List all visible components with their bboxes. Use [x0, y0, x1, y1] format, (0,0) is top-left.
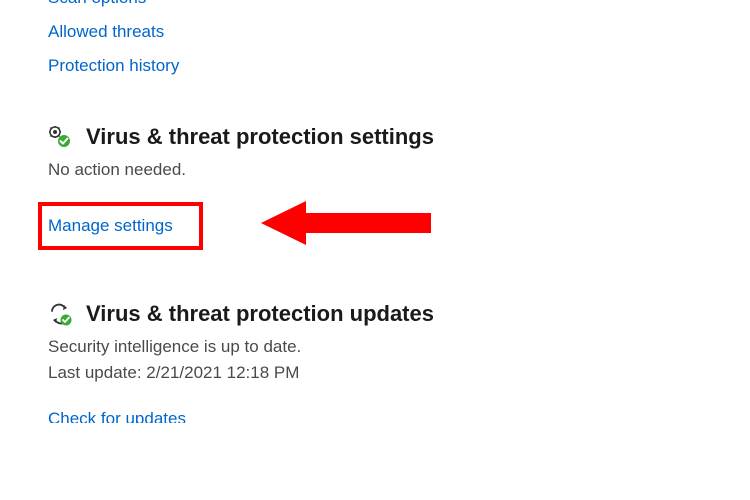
- refresh-updates-icon: [48, 302, 72, 326]
- settings-section: Virus & threat protection settings No ac…: [48, 124, 750, 253]
- arrow-annotation-icon: [261, 198, 431, 253]
- gear-settings-icon: [48, 125, 72, 149]
- updates-header: Virus & threat protection updates: [48, 301, 750, 327]
- updates-last-update: Last update: 2/21/2021 12:18 PM: [48, 363, 750, 383]
- updates-status: Security intelligence is up to date.: [48, 337, 750, 357]
- highlight-annotation: Manage settings: [38, 202, 203, 250]
- protection-history-link[interactable]: Protection history: [48, 56, 750, 76]
- settings-status: No action needed.: [48, 160, 750, 180]
- updates-section: Virus & threat protection updates Securi…: [48, 301, 750, 423]
- updates-title: Virus & threat protection updates: [86, 301, 434, 327]
- settings-title: Virus & threat protection settings: [86, 124, 434, 150]
- check-for-updates-link[interactable]: Check for updates: [48, 409, 750, 423]
- allowed-threats-link[interactable]: Allowed threats: [48, 22, 750, 42]
- manage-settings-link[interactable]: Manage settings: [48, 216, 173, 235]
- settings-header: Virus & threat protection settings: [48, 124, 750, 150]
- scan-options-link[interactable]: Scan options: [48, 0, 750, 8]
